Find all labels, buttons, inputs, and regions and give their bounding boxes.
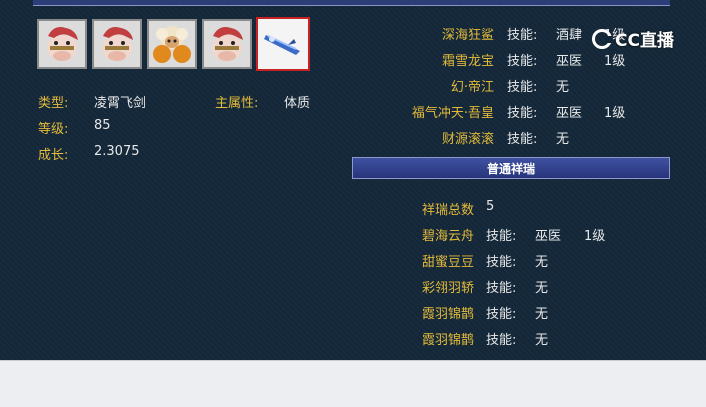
- header-bar-right: [352, 0, 670, 6]
- list-item-name: 彩翎羽轿: [421, 281, 474, 296]
- type-value: 凌霄飞剑: [94, 96, 147, 111]
- skill-value: 巫医: [556, 54, 583, 69]
- skill-label: 技能:: [486, 229, 517, 244]
- level-value: 85: [94, 118, 111, 133]
- horse-icon: [212, 27, 243, 61]
- total-label: 祥瑞总数: [421, 203, 474, 218]
- skill-label: 技能:: [486, 281, 517, 296]
- pet-slot-horse-2[interactable]: [92, 19, 142, 69]
- list-item-name: 幻·帝江: [450, 80, 494, 95]
- watermark-text: CC直播: [615, 31, 674, 51]
- total-value: 5: [486, 199, 495, 214]
- horse-icon: [102, 27, 133, 61]
- pet-slot-horse-1[interactable]: [37, 19, 87, 69]
- skill-label: 技能:: [486, 333, 517, 348]
- flying-sword-icon: [264, 35, 300, 55]
- list-item-name: 甜蜜豆豆: [421, 255, 474, 270]
- skill-value: 无: [556, 80, 570, 95]
- section-header-normal-auspicious: 普通祥瑞: [352, 157, 670, 179]
- skill-level: 1级: [604, 106, 626, 121]
- growth-value: 2.3075: [94, 144, 140, 159]
- skill-value: 酒肆: [556, 28, 583, 43]
- skill-level: 1级: [584, 229, 606, 244]
- skill-label: 技能:: [507, 106, 538, 121]
- skill-value: 无: [535, 307, 549, 322]
- main-attribute-value: 体质: [284, 96, 311, 111]
- type-label: 类型:: [38, 96, 69, 111]
- cc-logo-icon: [592, 28, 612, 49]
- pet-slot-horse-3[interactable]: [202, 19, 252, 69]
- pet-slot-sheep[interactable]: [147, 19, 197, 69]
- section-title: 普通祥瑞: [486, 161, 535, 176]
- skill-label: 技能:: [486, 307, 517, 322]
- level-label: 等级:: [38, 122, 69, 137]
- list-item-name: 霜雪龙宝: [441, 54, 494, 69]
- skill-label: 技能:: [507, 28, 538, 43]
- growth-label: 成长:: [38, 148, 69, 163]
- list-item-name: 深海狂鲨: [441, 28, 494, 43]
- list-item-name: 霞羽锦鹊: [421, 333, 474, 348]
- pet-slot-flying-sword[interactable]: [256, 17, 310, 71]
- sheep-icon: [153, 26, 191, 63]
- skill-value: 无: [535, 281, 549, 296]
- skill-value: 无: [556, 132, 570, 147]
- pet-info-panel: 类型: 凌霄飞剑 主属性: 体质 等级: 85 成长: 2.3075 深海狂鲨 …: [0, 0, 706, 360]
- skill-level: 1级: [604, 54, 626, 69]
- header-bar-left: [33, 0, 361, 6]
- horse-icon: [47, 27, 78, 61]
- list-item-name: 碧海云舟: [421, 229, 474, 244]
- list-item-name: 财源滚滚: [441, 132, 494, 147]
- main-attribute-label: 主属性:: [215, 96, 259, 111]
- bottom-blank-area: [0, 360, 706, 407]
- list-item-name: 霞羽锦鹊: [421, 307, 474, 322]
- skill-label: 技能:: [507, 54, 538, 69]
- skill-label: 技能:: [507, 80, 538, 95]
- skill-value: 巫医: [535, 229, 562, 244]
- skill-value: 巫医: [556, 106, 583, 121]
- skill-label: 技能:: [507, 132, 538, 147]
- skill-value: 无: [535, 255, 549, 270]
- cc-live-watermark: CC直播: [592, 26, 674, 51]
- skill-label: 技能:: [486, 255, 517, 270]
- list-item-name: 福气冲天·吾皇: [411, 106, 494, 121]
- skill-value: 无: [535, 333, 549, 348]
